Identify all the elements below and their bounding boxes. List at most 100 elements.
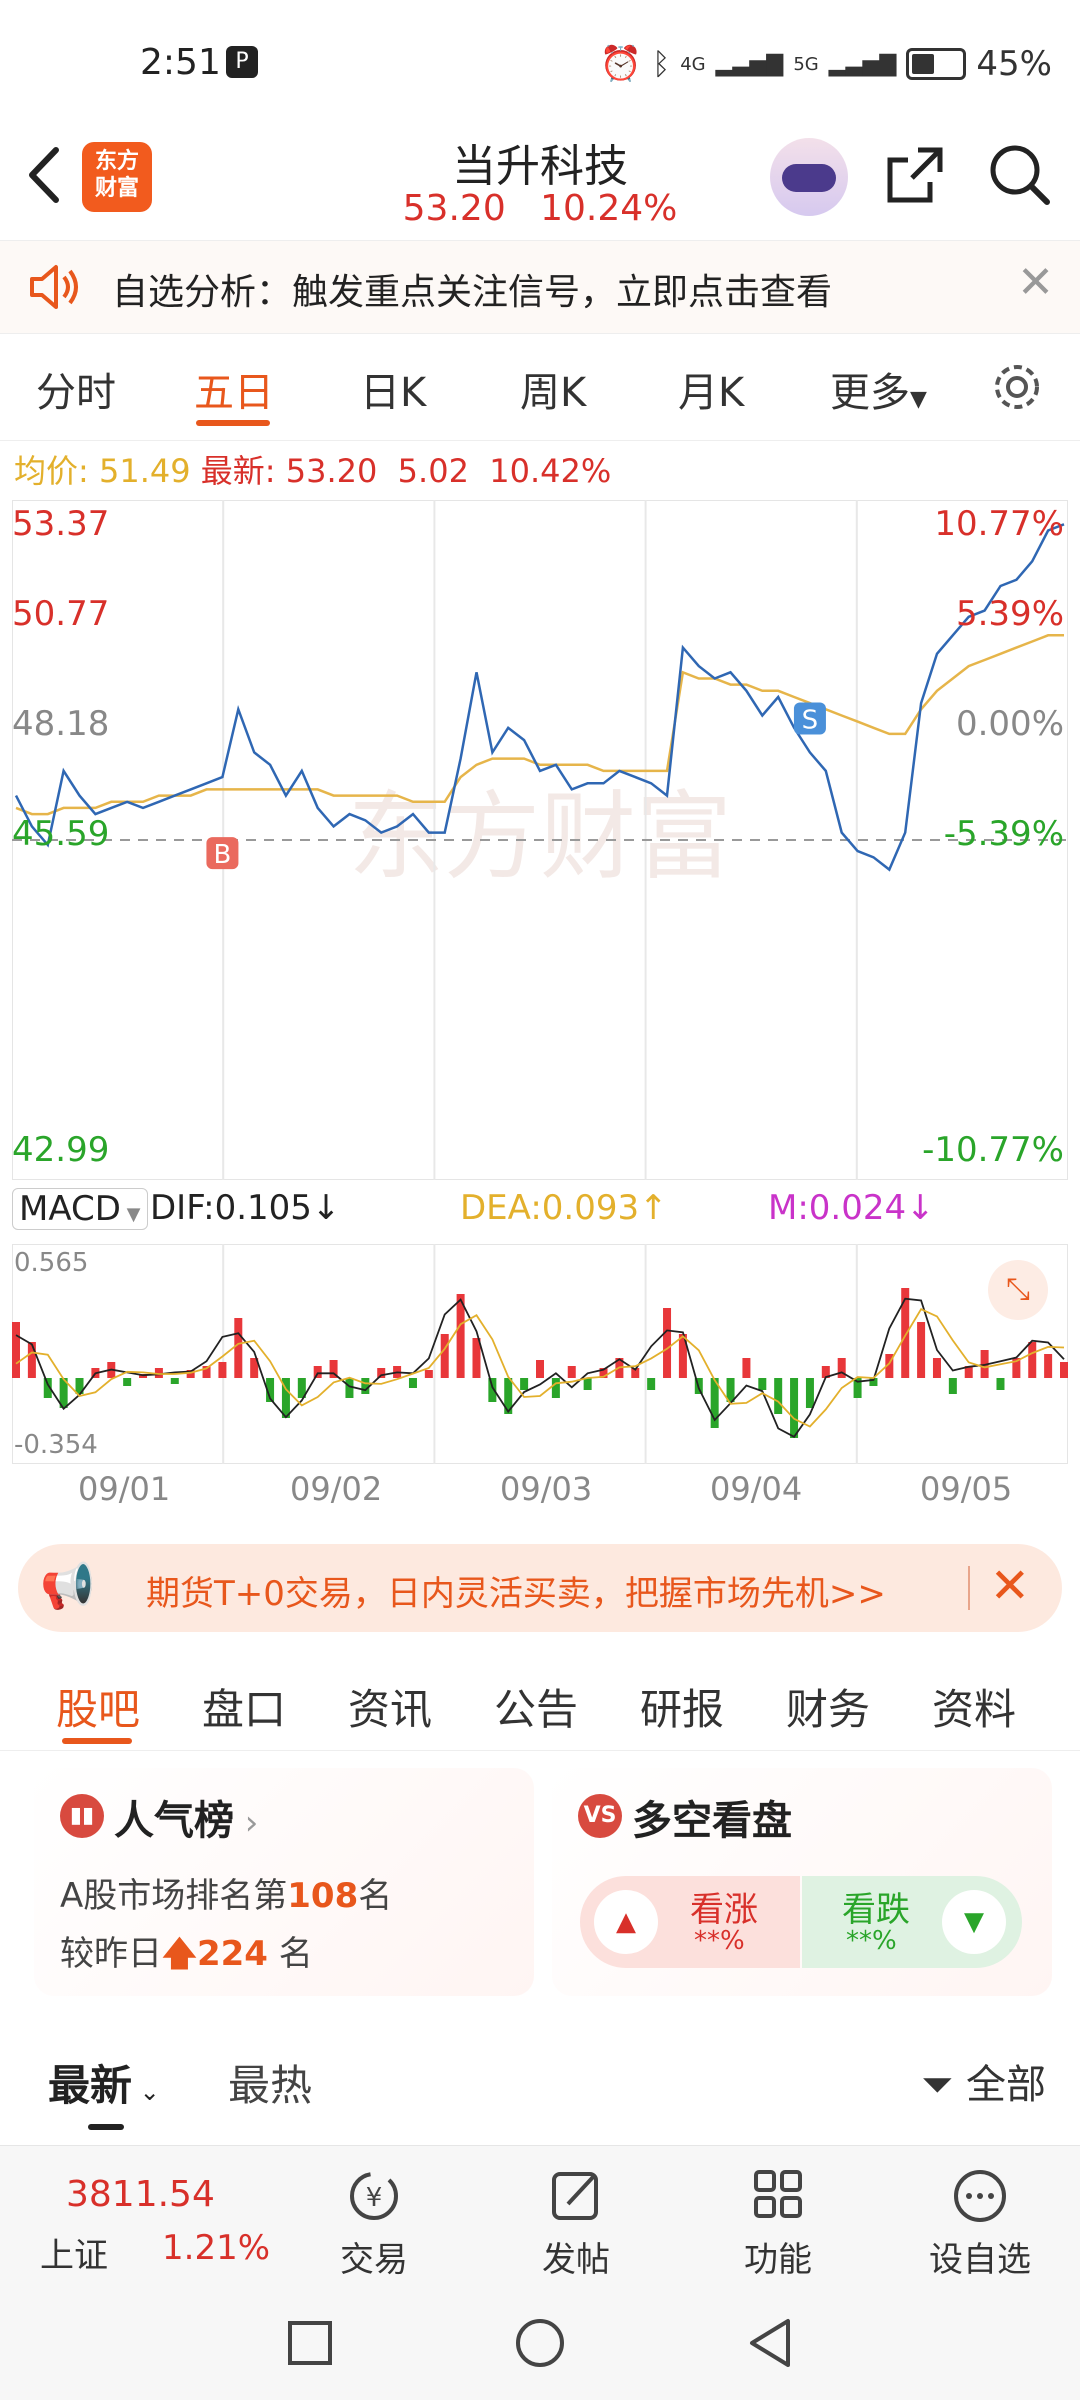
macd-chart[interactable]: 0.565 -0.354 ⤡ xyxy=(11,1243,1069,1465)
tab-profile[interactable]: 资料 xyxy=(932,1676,1016,1737)
arrow-down-icon: ↓ xyxy=(906,1188,935,1228)
tab-orderbook[interactable]: 盘口 xyxy=(202,1676,286,1737)
macd-bar xyxy=(567,1366,576,1378)
tab-intraday[interactable]: 分时 xyxy=(36,360,116,418)
nav-post[interactable]: 发帖 xyxy=(506,2166,646,2281)
indicator-select-label: MACD xyxy=(19,1189,121,1229)
tab-financials[interactable]: 财务 xyxy=(786,1676,870,1737)
nav-watchlist[interactable]: 设自选 xyxy=(910,2166,1050,2281)
macd-bar xyxy=(520,1378,529,1390)
tab-more[interactable]: 更多▼ xyxy=(830,360,927,418)
macd-bar xyxy=(790,1378,799,1438)
tab-five-day[interactable]: 五日 xyxy=(194,360,274,418)
tab-monthly-k[interactable]: 月K xyxy=(678,360,744,418)
futures-ad-banner[interactable]: 📢 期货T+0交易，日内灵活买卖，把握市场先机>> ✕ xyxy=(18,1544,1062,1632)
y-tick-left: 45.59 xyxy=(12,814,110,854)
latest-label: 最新: xyxy=(200,452,276,490)
macd-bar xyxy=(440,1334,449,1378)
macd-ymax: 0.565 xyxy=(14,1248,89,1278)
close-icon[interactable]: ✕ xyxy=(1017,257,1054,308)
avg-price: 51.49 xyxy=(98,452,191,490)
index-pct: 1.21% xyxy=(162,2228,271,2268)
macd-bar xyxy=(932,1358,941,1378)
chevron-right-icon: › xyxy=(234,1803,259,1843)
arrow-down-icon: ▼ xyxy=(942,1890,1006,1954)
price-change-pct: 10.42% xyxy=(489,452,612,490)
post-filter-row: 最新 ⌄ 最热 ⏷ 全部 xyxy=(0,2030,1080,2140)
bluetooth-icon: ᛒ xyxy=(652,46,671,82)
nav-watchlist-label: 设自选 xyxy=(929,2240,1031,2280)
bull-label: 看涨 xyxy=(690,1890,758,1930)
expand-icon[interactable]: ⤡ xyxy=(988,1260,1048,1320)
stock-price: 53.20 xyxy=(402,188,506,229)
nav-functions[interactable]: 功能 xyxy=(708,2166,848,2281)
index-quote[interactable]: 3811.54 上证 1.21% xyxy=(0,2146,270,2284)
vs-icon: VS xyxy=(578,1794,622,1838)
macd-bar xyxy=(647,1378,656,1390)
megaphone-icon: 📢 xyxy=(40,1561,95,1612)
price-chart[interactable]: 东方财富 BS 53.37 50.77 48.18 45.59 42.99 10… xyxy=(11,499,1069,1181)
bear-label: 看跌 xyxy=(842,1890,910,1930)
notification-icon: P xyxy=(226,46,258,78)
indicator-select[interactable]: MACD ▼ xyxy=(12,1188,148,1230)
filter-all[interactable]: ⏷ 全部 xyxy=(921,2052,1046,2110)
y-tick-right: 5.39% xyxy=(955,594,1064,634)
rank-change-prefix: 较昨日 xyxy=(60,1934,162,1974)
recents-icon[interactable] xyxy=(286,2319,334,2371)
macd-bar xyxy=(313,1366,322,1378)
ai-assistant-icon[interactable] xyxy=(770,138,848,216)
tab-weekly-k[interactable]: 周K xyxy=(520,360,586,418)
m-label: M:0.024 xyxy=(768,1188,907,1228)
tab-research[interactable]: 研报 xyxy=(640,1676,724,1737)
sort-hottest[interactable]: 最热 xyxy=(228,2052,312,2113)
settings-icon[interactable] xyxy=(990,360,1044,418)
dif-value: DIF:0.105↓ xyxy=(150,1188,340,1228)
latest-price: 53.20 xyxy=(285,452,378,490)
macd-bar xyxy=(345,1378,354,1398)
long-short-card[interactable]: VS 多空看盘 ▲ 看涨 **% 看跌 **% ▼ xyxy=(552,1768,1052,1996)
trade-marker-s: S xyxy=(793,702,826,735)
notice-banner[interactable]: 自选分析：触发重点关注信号，立即点击查看 ✕ xyxy=(0,240,1080,334)
trade-marker-label: S xyxy=(802,705,819,735)
nav-trade[interactable]: ¥ 交易 xyxy=(304,2166,444,2281)
battery-icon xyxy=(906,48,967,80)
bear-button[interactable]: 看跌 **% ▼ xyxy=(802,1876,1022,1968)
index-value: 3811.54 xyxy=(66,2174,215,2215)
y-tick-right: -5.39% xyxy=(943,814,1064,854)
notice-text: 自选分析：触发重点关注信号，立即点击查看 xyxy=(112,272,833,313)
macd-bar xyxy=(742,1358,751,1378)
tab-daily-k[interactable]: 日K xyxy=(360,360,426,418)
battery-level xyxy=(912,54,935,74)
sort-newest[interactable]: 最新 ⌄ xyxy=(48,2052,160,2113)
arrow-up-icon: 🡅 xyxy=(162,1934,197,1974)
active-tab-indicator xyxy=(62,1738,132,1744)
arrow-down-icon: ↓ xyxy=(311,1188,341,1228)
rank-change-line: 较昨日🡅224 名 xyxy=(60,1926,313,1987)
macd-bar xyxy=(917,1322,926,1378)
search-icon[interactable] xyxy=(985,140,1055,210)
rank-prefix: A股市场排名第 xyxy=(60,1876,288,1916)
longshort-title: 多空看盘 xyxy=(632,1798,792,1844)
popularity-card[interactable]: ▮▮ 人气榜 › A股市场排名第108名 较昨日🡅224 名 xyxy=(34,1768,534,1996)
bull-button[interactable]: ▲ 看涨 **% xyxy=(580,1876,800,1968)
dea-label: DEA:0.093 xyxy=(460,1188,640,1228)
tab-announcements[interactable]: 公告 xyxy=(494,1676,578,1737)
home-icon[interactable] xyxy=(514,2317,566,2373)
tab-news[interactable]: 资讯 xyxy=(348,1676,432,1737)
rank-change-value: 224 xyxy=(196,1934,268,1974)
y-tick-right: 0.00% xyxy=(955,704,1064,744)
divider xyxy=(968,1566,970,1610)
edit-icon xyxy=(552,2172,598,2220)
macd-bar xyxy=(663,1308,672,1378)
share-icon[interactable] xyxy=(880,140,950,210)
macd-bar xyxy=(536,1360,544,1378)
y-tick-left: 53.37 xyxy=(12,504,110,544)
trade-marker-b: B xyxy=(206,837,239,870)
close-icon[interactable]: ✕ xyxy=(990,1558,1030,1614)
back-nav-icon[interactable] xyxy=(744,2317,796,2373)
dif-label: DIF:0.105 xyxy=(150,1188,312,1228)
y-tick-left: 50.77 xyxy=(12,594,110,634)
chart-period-tabs: 分时 五日 日K 周K 月K 更多▼ xyxy=(0,340,1080,441)
tab-forum[interactable]: 股吧 xyxy=(56,1676,140,1737)
macd-ymin: -0.354 xyxy=(14,1430,98,1460)
